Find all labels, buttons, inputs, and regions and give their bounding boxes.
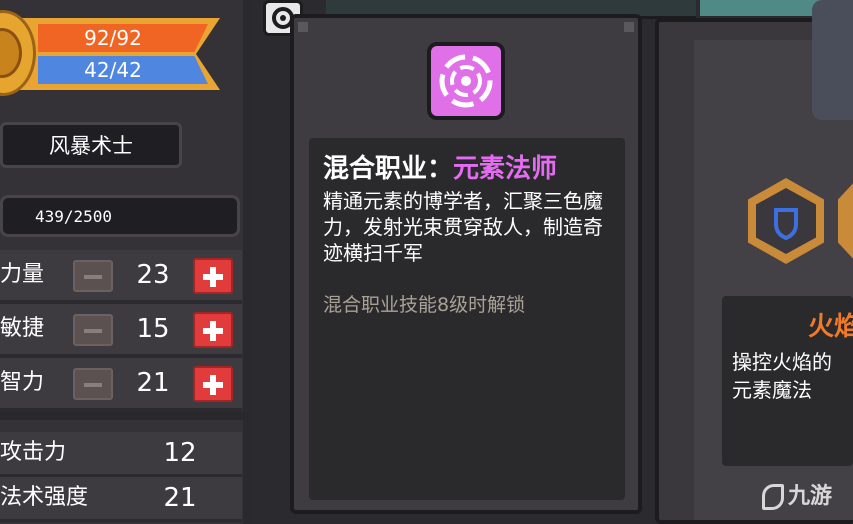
- exp-bar: 439/2500: [0, 195, 240, 237]
- hybrid-class-name: 元素法师: [453, 154, 558, 184]
- stat-row-intelligence: 智力 21: [0, 358, 242, 412]
- derived-value: 21: [163, 483, 197, 513]
- derived-row-spell-power: 法术强度 21: [0, 477, 242, 522]
- stat-label: 敏捷: [0, 316, 45, 341]
- statue-icon: [812, 0, 853, 120]
- increase-strength-button[interactable]: [193, 258, 233, 294]
- top-panel-edge: [700, 0, 830, 16]
- hp-bar: 92/92: [38, 24, 208, 52]
- class-tooltip: 混合职业：元素法师 精通元素的博学者，汇聚三色魔力，发射光束贯穿敌人，制造奇迹横…: [290, 14, 642, 514]
- tooltip-body: 混合职业：元素法师 精通元素的博学者，汇聚三色魔力，发射光束贯穿敌人，制造奇迹横…: [309, 138, 625, 500]
- skill-title: 火焰: [808, 312, 853, 342]
- derived-label: 法术强度: [0, 485, 89, 510]
- hp-value: 92/92: [84, 26, 142, 50]
- stat-row-agility: 敏捷 15: [0, 304, 242, 358]
- increase-intelligence-button[interactable]: [193, 366, 233, 402]
- tooltip-title: 混合职业：元素法师: [323, 148, 557, 185]
- tooltip-description: 精通元素的博学者，汇聚三色魔力，发射光束贯穿敌人，制造奇迹横扫千军: [323, 189, 603, 265]
- unlock-hint: 混合职业技能8级时解锁: [323, 294, 526, 316]
- derived-label: 攻击力: [0, 440, 67, 465]
- stat-value: 15: [136, 314, 170, 344]
- stat-label: 智力: [0, 370, 45, 395]
- exp-value: 439/2500: [35, 206, 113, 226]
- vortex-icon: [427, 42, 505, 120]
- watermark-text: 九游: [788, 484, 833, 509]
- derived-value: 12: [163, 438, 197, 468]
- class-name-box: 风暴术士: [0, 122, 182, 168]
- mp-bar: 42/42: [38, 56, 208, 84]
- increase-agility-button[interactable]: [193, 312, 233, 348]
- stat-label: 力量: [0, 262, 45, 287]
- title-prefix: 混合职业：: [323, 154, 454, 184]
- decrease-intelligence-button[interactable]: [73, 368, 113, 400]
- mp-value: 42/42: [84, 58, 142, 82]
- divider: [0, 412, 250, 420]
- stat-row-strength: 力量 23: [0, 250, 242, 304]
- stat-value: 21: [136, 368, 170, 398]
- stat-value: 23: [136, 260, 170, 290]
- decrease-strength-button[interactable]: [73, 260, 113, 292]
- watermark: 九游: [762, 478, 832, 510]
- decrease-agility-button[interactable]: [73, 314, 113, 346]
- derived-row-attack: 攻击力 12: [0, 432, 242, 477]
- logo-icon: [762, 484, 784, 510]
- skill-description: 操控火焰的 元素魔法: [732, 350, 832, 402]
